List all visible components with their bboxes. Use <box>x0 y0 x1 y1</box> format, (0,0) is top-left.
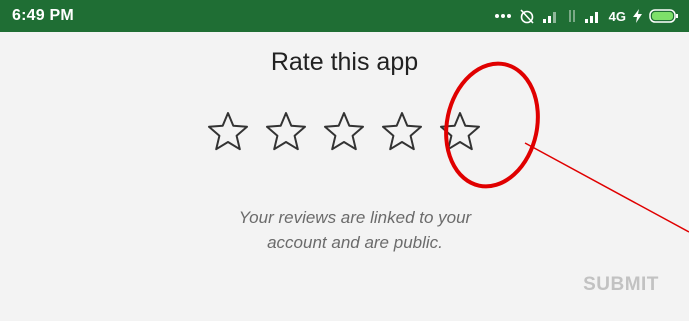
alarm-off-icon <box>519 8 535 24</box>
charging-bolt-icon <box>633 9 642 23</box>
more-dots-icon <box>494 13 512 19</box>
star-5-icon[interactable] <box>435 108 485 158</box>
star-1-icon[interactable] <box>203 108 253 158</box>
status-bar: 6:49 PM 4G <box>0 0 689 32</box>
status-time: 6:49 PM <box>12 7 74 24</box>
rate-app-screen: 6:49 PM 4G Rate this app Your reviews ar… <box>0 0 689 321</box>
star-4-icon[interactable] <box>377 108 427 158</box>
battery-icon <box>649 9 679 23</box>
star-rating <box>203 108 485 158</box>
dialog-title: Rate this app <box>270 48 419 76</box>
data-arrows-icon <box>567 9 577 23</box>
network-type-label: 4G <box>608 8 626 24</box>
signal-icon <box>542 9 560 23</box>
submit-button[interactable]: SUBMIT <box>566 270 676 300</box>
review-disclaimer-line-1: Your reviews are linked to your <box>238 208 472 227</box>
review-disclaimer-line-2: account and are public. <box>267 233 443 252</box>
signal-icon <box>584 9 602 23</box>
star-2-icon[interactable] <box>261 108 311 158</box>
review-disclaimer: Your reviews are linked to your account … <box>0 205 689 255</box>
star-3-icon[interactable] <box>319 108 369 158</box>
status-icons: 4G <box>494 6 679 26</box>
